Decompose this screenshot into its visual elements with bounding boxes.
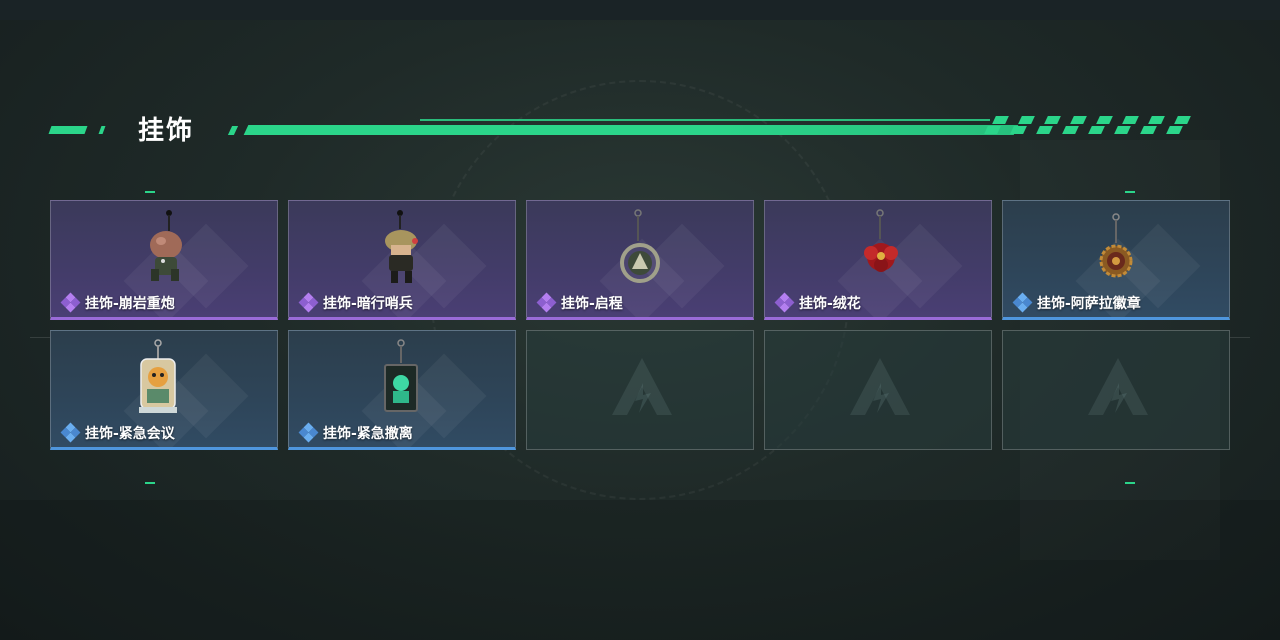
side-guide-line [30, 337, 50, 338]
charm-card[interactable]: 挂饰-绒花 [764, 200, 992, 320]
charm-card[interactable]: 挂饰-启程 [526, 200, 754, 320]
charm-card[interactable]: 挂饰-紧急撤离 [288, 330, 516, 450]
corner-tick [1125, 191, 1135, 193]
empty-slot[interactable] [526, 330, 754, 450]
section-header: 挂饰 [0, 108, 1280, 148]
background-ground [0, 500, 1280, 640]
rarity-purple-icon [774, 292, 795, 313]
rarity-purple-icon [60, 292, 81, 313]
corner-tick [145, 482, 155, 484]
empty-slot[interactable] [764, 330, 992, 450]
header-accent-dot [227, 126, 239, 135]
hooded-sentinel-charm-icon [385, 210, 418, 283]
charm-card[interactable]: 挂饰-崩岩重炮 [50, 200, 278, 320]
header-line [243, 125, 1019, 135]
green-tag-charm-icon [384, 339, 418, 412]
side-guide-line [1230, 337, 1250, 338]
charm-name: 挂饰-紧急撤离 [323, 426, 413, 442]
charm-name: 挂饰-紧急会议 [85, 426, 175, 442]
charm-card[interactable]: 挂饰-阿萨拉徽章 [1002, 200, 1230, 320]
rarity-blue-icon [1012, 292, 1033, 313]
ring-emblem-charm-icon [620, 209, 660, 283]
header-accent-dot [98, 126, 106, 134]
corner-tick [145, 191, 155, 193]
charm-name: 挂饰-启程 [561, 296, 623, 312]
rarity-blue-icon [60, 422, 81, 443]
charm-name: 挂饰-阿萨拉徽章 [1037, 296, 1141, 312]
rarity-blue-icon [298, 422, 319, 443]
charm-name: 挂饰-暗行哨兵 [323, 296, 413, 312]
top-strip [0, 0, 1280, 20]
gear-badge-charm-icon [1099, 213, 1133, 278]
empty-slot[interactable] [1002, 330, 1230, 450]
header-thin-line [420, 119, 990, 121]
acrylic-stand-charm-icon [139, 339, 177, 413]
empty-slot-logo-icon [850, 358, 910, 415]
charm-name: 挂饰-绒花 [799, 296, 861, 312]
red-flower-charm-icon [864, 209, 898, 272]
charm-card[interactable]: 挂饰-暗行哨兵 [288, 200, 516, 320]
empty-slot-logo-icon [1088, 358, 1148, 415]
header-accent-bar [48, 126, 88, 134]
rarity-purple-icon [298, 292, 319, 313]
rarity-purple-icon [536, 292, 557, 313]
page-title: 挂饰 [138, 116, 195, 146]
header-checker-pattern [984, 116, 1205, 136]
corner-tick [1125, 482, 1135, 484]
mushroom-soldier-charm-icon [150, 210, 182, 281]
charm-card[interactable]: 挂饰-紧急会议 [50, 330, 278, 450]
empty-slot-logo-icon [612, 358, 672, 415]
charm-name: 挂饰-崩岩重炮 [85, 296, 175, 312]
